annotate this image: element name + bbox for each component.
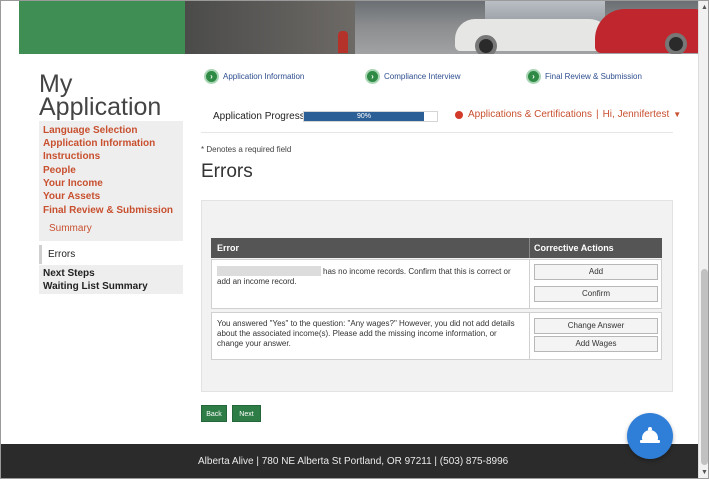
header-separator: | [595, 109, 599, 120]
sidebar-item-people[interactable]: People [43, 165, 76, 176]
sidebar-item-your-income[interactable]: Your Income [43, 178, 103, 189]
back-button[interactable]: Back [201, 405, 227, 422]
error-text: has no income records. Confirm that this… [217, 266, 511, 286]
page-heading: Errors [201, 161, 253, 182]
divider [201, 132, 673, 133]
sidebar-item-waiting-list-summary[interactable]: Waiting List Summary [43, 281, 148, 292]
scroll-down-arrow-icon[interactable]: ▼ [699, 468, 708, 478]
progress-label: Application Progress [213, 111, 305, 122]
error-text: You answered "Yes" to the question: "Any… [217, 319, 515, 348]
table-row: You answered "Yes" to the question: "Any… [211, 312, 662, 360]
column-header-error: Error [217, 243, 240, 253]
browser-viewport: My Application Language Selection Applic… [0, 0, 709, 479]
step-application-information[interactable]: › Application Information [204, 68, 304, 84]
caret-down-icon[interactable]: ▼ [673, 110, 681, 119]
header-links: Applications & Certifications | Hi, Jenn… [455, 109, 681, 120]
sidebar-item-your-assets[interactable]: Your Assets [43, 191, 100, 202]
table-row: has no income records. Confirm that this… [211, 259, 662, 309]
applications-certifications-link[interactable]: Applications & Certifications [468, 109, 592, 120]
fire-hydrant-graphic [338, 31, 348, 53]
footer-contact: Alberta Alive | 780 NE Alberta St Portla… [198, 456, 509, 467]
step-final-review-submission[interactable]: › Final Review & Submission [526, 68, 642, 84]
column-header-corrective-actions: Corrective Actions [534, 243, 614, 253]
table-header: Error Corrective Actions [211, 238, 662, 258]
sidebar-item-next-steps[interactable]: Next Steps [43, 268, 95, 279]
progress-bar: 90% [303, 111, 438, 122]
add-income-button[interactable]: Add [534, 264, 658, 280]
bell-icon [642, 430, 658, 440]
page-title: My Application [39, 70, 162, 121]
chevron-right-icon: › [204, 68, 219, 84]
hero-street-photo [185, 1, 698, 54]
change-answer-button[interactable]: Change Answer [534, 318, 658, 334]
sidebar-item-summary[interactable]: Summary [49, 223, 92, 234]
step-compliance-interview[interactable]: › Compliance Interview [365, 68, 460, 84]
sidebar-nav-secondary: Next Steps Waiting List Summary [39, 265, 183, 294]
sidebar-item-instructions[interactable]: Instructions [43, 151, 100, 162]
sidebar-item-final-review[interactable]: Final Review & Submission [43, 205, 173, 216]
scrollbar-thumb[interactable] [701, 269, 708, 465]
sidebar-item-language-selection[interactable]: Language Selection [43, 125, 137, 136]
confirm-button[interactable]: Confirm [534, 286, 658, 302]
sidebar-nav: Language Selection Application Informati… [39, 121, 183, 241]
chat-button[interactable] [627, 413, 673, 459]
page-scrollbar[interactable]: ▲ ▼ [698, 1, 708, 478]
redacted-name [217, 266, 321, 276]
chevron-right-icon: › [365, 68, 380, 84]
add-wages-button[interactable]: Add Wages [534, 336, 658, 352]
chevron-right-icon: › [526, 68, 541, 84]
hero-brand-block [19, 1, 185, 54]
progress-percent: 90% [356, 113, 371, 120]
scroll-up-arrow-icon[interactable]: ▲ [699, 3, 708, 13]
user-menu[interactable]: Hi, Jennifertest [603, 109, 670, 120]
sidebar-item-application-information[interactable]: Application Information [43, 138, 155, 149]
required-field-note: * Denotes a required field [201, 145, 292, 154]
next-button[interactable]: Next [232, 405, 261, 422]
sidebar-item-errors[interactable]: Errors [39, 245, 183, 264]
notification-dot-icon [455, 110, 463, 119]
